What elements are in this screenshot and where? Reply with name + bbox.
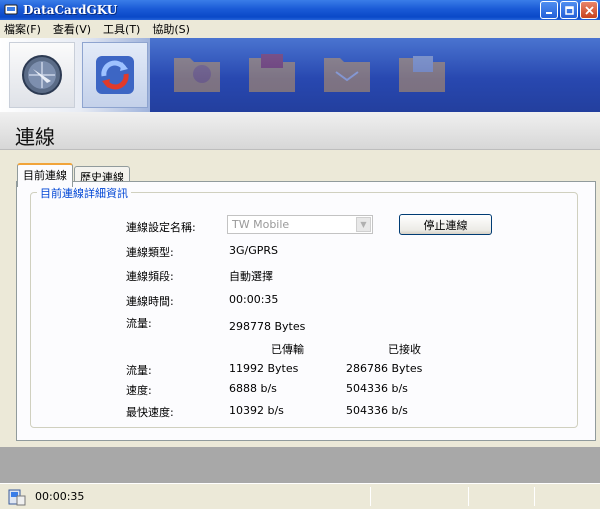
type-label: 連線類型: <box>126 246 174 259</box>
app-icon <box>4 4 18 15</box>
window-title: DataCardGKU <box>23 3 118 17</box>
time-label: 連線時間: <box>126 295 174 308</box>
flow-label: 流量: <box>126 364 152 377</box>
speed-label: 速度: <box>126 384 152 397</box>
bottom-strip <box>0 447 600 483</box>
max-speed-sent: 10392 b/s <box>229 404 284 417</box>
connection-details-group: 目前連線詳細資訊 連線設定名稱: TW Mobile ▼ 停止連線 連線類型: … <box>30 185 578 428</box>
speed-sent: 6888 b/s <box>229 382 277 395</box>
profile-label: 連線設定名稱: <box>126 221 196 234</box>
folder-icon <box>174 58 220 92</box>
flow-recv: 286786 Bytes <box>346 362 423 375</box>
title-bar[interactable]: DataCardGKU <box>0 0 600 20</box>
max-speed-label: 最快速度: <box>126 406 174 419</box>
close-icon <box>584 5 594 15</box>
toolbar <box>0 38 600 112</box>
recv-header: 已接收 <box>388 343 421 356</box>
connection-status-icon <box>8 489 26 506</box>
tab-panel: 目前連線詳細資訊 連線設定名稱: TW Mobile ▼ 停止連線 連線類型: … <box>16 181 596 441</box>
type-value: 3G/GPRS <box>229 244 279 257</box>
profile-select[interactable]: TW Mobile ▼ <box>227 215 373 234</box>
folder-sms-icon <box>249 54 295 92</box>
close-button[interactable] <box>580 1 598 19</box>
stop-connection-button[interactable]: 停止連線 <box>399 214 492 235</box>
band-label: 連線頻段: <box>126 270 174 283</box>
maximize-icon <box>564 5 574 15</box>
max-speed-recv: 504336 b/s <box>346 404 408 417</box>
folder-contacts-icon <box>399 56 445 92</box>
content-area: 目前連線 歷史連線 目前連線詳細資訊 連線設定名稱: TW Mobile ▼ 停… <box>0 151 600 447</box>
speed-recv: 504336 b/s <box>346 382 408 395</box>
tab-current-connection[interactable]: 目前連線 <box>17 163 73 187</box>
chevron-down-icon: ▼ <box>356 217 371 232</box>
status-bar: 00:00:35 <box>0 483 600 509</box>
minimize-button[interactable] <box>540 1 558 19</box>
menu-tools[interactable]: 工具(T) <box>97 21 146 37</box>
status-divider <box>534 487 535 506</box>
time-value: 00:00:35 <box>229 293 279 306</box>
minimize-icon <box>545 11 552 14</box>
menu-bar: 檔案(F) 查看(V) 工具(T) 協助(S) <box>0 20 600 38</box>
globe-connect-icon <box>22 55 62 95</box>
flow-sent: 11992 Bytes <box>229 362 299 375</box>
status-divider <box>370 487 371 506</box>
menu-file[interactable]: 檔案(F) <box>0 21 47 37</box>
group-label: 目前連線詳細資訊 <box>37 185 131 201</box>
maximize-button[interactable] <box>560 1 578 19</box>
band-value: 自動選擇 <box>229 270 273 283</box>
menu-view[interactable]: 查看(V) <box>47 21 97 37</box>
sync-button[interactable] <box>82 42 148 108</box>
traffic-value: 298778 Bytes <box>229 320 306 333</box>
page-header: 連線 <box>0 112 600 150</box>
traffic-label: 流量: <box>126 317 152 330</box>
profile-value: TW Mobile <box>232 218 290 231</box>
sent-header: 已傳輸 <box>271 343 304 356</box>
status-time: 00:00:35 <box>35 490 85 503</box>
connection-button[interactable] <box>9 42 75 108</box>
folder-mail-icon <box>324 58 370 92</box>
menu-help[interactable]: 協助(S) <box>146 21 196 37</box>
status-divider <box>468 487 469 506</box>
page-title: 連線 <box>15 125 55 149</box>
refresh-arrows-icon <box>96 56 134 94</box>
